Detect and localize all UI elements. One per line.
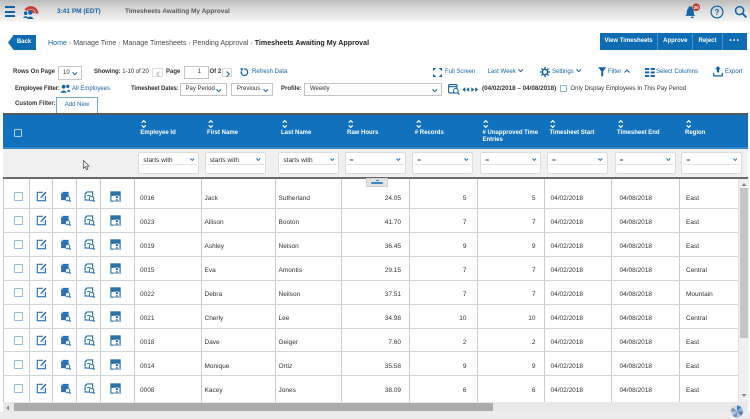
svg-text:?: ? <box>715 8 720 17</box>
svg-text:20: 20 <box>694 5 700 10</box>
